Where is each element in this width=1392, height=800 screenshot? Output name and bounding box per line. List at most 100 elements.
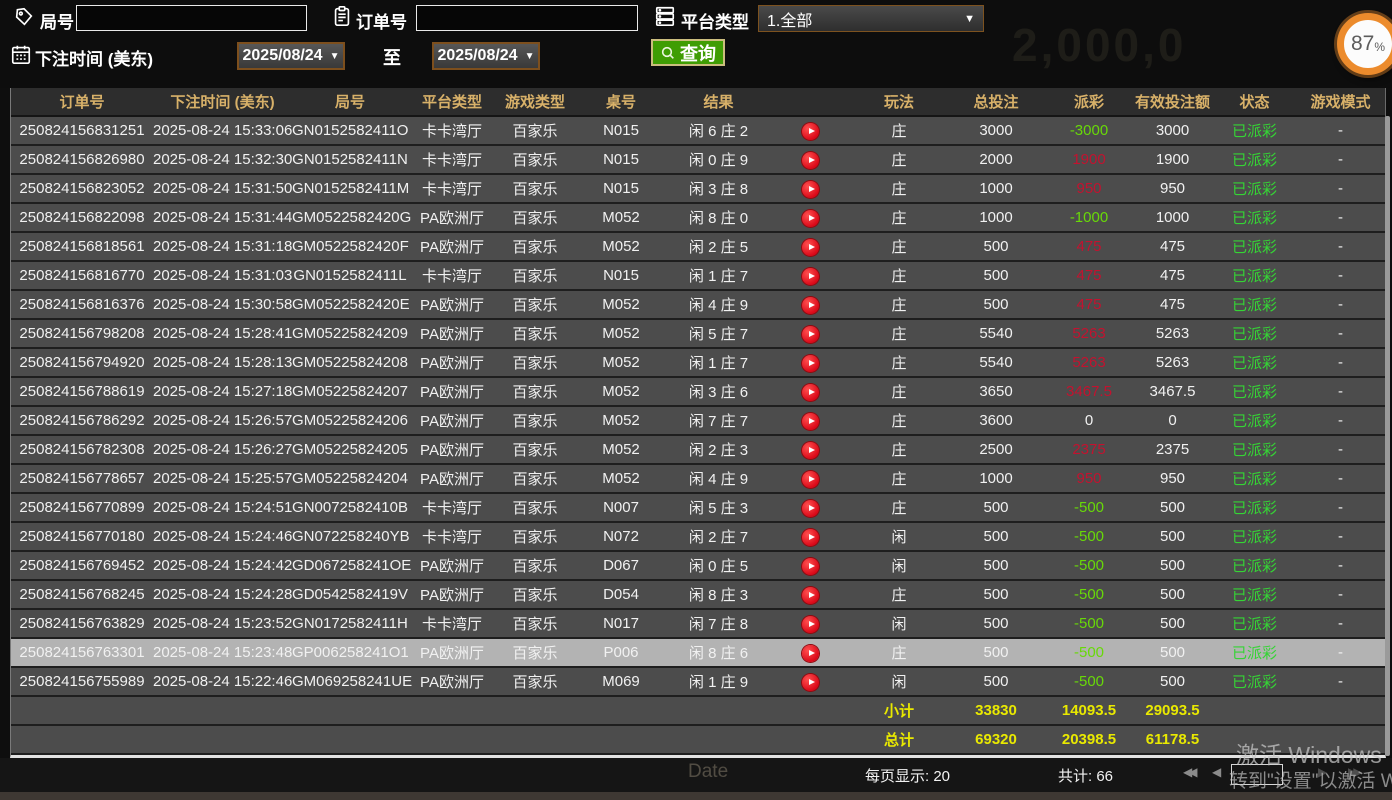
calendar-icon [10, 42, 32, 66]
cell-game_type: 百家乐 [496, 410, 574, 431]
table-row[interactable]: 2508241567862922025-08-24 15:26:57GM0522… [11, 407, 1385, 436]
table-row[interactable]: 2508241567708992025-08-24 15:24:51GN0072… [11, 494, 1385, 523]
cell-play: 庄 [852, 265, 946, 286]
total-count-label: 共计: 66 [1058, 765, 1113, 786]
col-header-order-no: 订单号 [11, 91, 153, 112]
table-row[interactable]: 2508241567886192025-08-24 15:27:18GM0522… [11, 378, 1385, 407]
replay-icon[interactable] [802, 616, 819, 633]
cell-replay [769, 411, 852, 430]
first-page-icon[interactable]: ◀◀ [1183, 766, 1193, 778]
table-row[interactable]: 2508241568220982025-08-24 15:31:44GM0522… [11, 204, 1385, 233]
cell-payout: 1900 [1046, 151, 1132, 168]
table-row[interactable]: 2508241568230522025-08-24 15:31:50GN0152… [11, 175, 1385, 204]
table-row[interactable]: 2508241567786572025-08-24 15:25:57GM0522… [11, 465, 1385, 494]
replay-icon[interactable] [802, 442, 819, 459]
replay-icon[interactable] [802, 384, 819, 401]
cell-play: 庄 [852, 468, 946, 489]
cell-total_bet: 500 [946, 499, 1046, 516]
replay-icon[interactable] [802, 355, 819, 372]
cell-table_no: M052 [574, 325, 668, 342]
replay-icon[interactable] [802, 413, 819, 430]
table-row[interactable]: 2508241567633012025-08-24 15:23:48GP0062… [11, 639, 1385, 668]
table-row[interactable]: 2508241567559892025-08-24 15:22:46GM0692… [11, 668, 1385, 697]
cell-order_no: 250824156769452 [11, 557, 153, 574]
cell-result: 闲 1 庄 7 [668, 265, 769, 286]
cell-table_no: M052 [574, 383, 668, 400]
replay-icon[interactable] [802, 181, 819, 198]
replay-icon[interactable] [802, 471, 819, 488]
cell-game_type: 百家乐 [496, 526, 574, 547]
replay-icon[interactable] [802, 152, 819, 169]
next-page-icon[interactable]: ▶ [1318, 766, 1327, 778]
bet-time-label: 下注时间 (美东) [35, 45, 153, 70]
replay-icon[interactable] [802, 239, 819, 256]
replay-icon[interactable] [802, 529, 819, 546]
table-scrollbar[interactable] [1385, 116, 1390, 756]
replay-icon[interactable] [802, 558, 819, 575]
table-row[interactable]: 2508241568185612025-08-24 15:31:18GM0522… [11, 233, 1385, 262]
col-header-platform: 平台类型 [408, 91, 496, 112]
replay-icon[interactable] [802, 500, 819, 517]
table-row[interactable]: 2508241567682452025-08-24 15:24:28GD0542… [11, 581, 1385, 610]
table-row[interactable]: 2508241568312512025-08-24 15:33:06GN0152… [11, 117, 1385, 146]
table-row[interactable]: 2508241568167702025-08-24 15:31:03GN0152… [11, 262, 1385, 291]
cell-mode: - [1296, 499, 1385, 516]
table-row[interactable]: 2508241567694522025-08-24 15:24:42GD0672… [11, 552, 1385, 581]
date-from-picker[interactable]: 2025/08/24 ▼ [237, 42, 345, 70]
table-row[interactable]: 2508241567701802025-08-24 15:24:46GN0722… [11, 523, 1385, 552]
platform-type-icon [654, 4, 676, 28]
last-page-icon[interactable]: ▶▶ [1348, 766, 1358, 778]
table-row[interactable]: 2508241568163762025-08-24 15:30:58GM0522… [11, 291, 1385, 320]
replay-icon[interactable] [802, 210, 819, 227]
cell-bet_time: 2025-08-24 15:28:13 [153, 354, 292, 371]
replay-icon[interactable] [802, 587, 819, 604]
cell-round_no: GM05225824208 [292, 354, 408, 371]
table-row[interactable]: 2508241567982082025-08-24 15:28:41GM0522… [11, 320, 1385, 349]
round-no-input[interactable] [76, 5, 307, 31]
cell-valid_bet: 1000 [1132, 209, 1213, 226]
cell-table_no: M069 [574, 673, 668, 690]
replay-icon[interactable] [802, 297, 819, 314]
query-button[interactable]: 查询 [651, 39, 725, 66]
cell-payout: 2375 [1046, 441, 1132, 458]
replay-icon[interactable] [802, 326, 819, 343]
cell-mode: - [1296, 644, 1385, 661]
cell-bet_time: 2025-08-24 15:23:48 [153, 644, 292, 661]
cell-play: 闲 [852, 526, 946, 547]
replay-icon[interactable] [802, 674, 819, 691]
cell-result: 闲 0 庄 9 [668, 149, 769, 170]
cell-mode: - [1296, 441, 1385, 458]
progress-badge[interactable]: 87% [1337, 13, 1392, 75]
replay-icon[interactable] [802, 645, 819, 662]
cell-valid_bet: 500 [1132, 673, 1213, 690]
table-row[interactable]: 2508241568269802025-08-24 15:32:30GN0152… [11, 146, 1385, 175]
cell-status: 已派彩 [1213, 149, 1296, 170]
goto-page-input[interactable] [1231, 764, 1283, 785]
replay-icon[interactable] [802, 268, 819, 285]
platform-type-select[interactable]: 1.全部 ▼ [758, 5, 984, 32]
cell-bet_time: 2025-08-24 15:30:58 [153, 296, 292, 313]
date-to-picker[interactable]: 2025/08/24 ▼ [432, 42, 540, 70]
cell-payout: 950 [1046, 180, 1132, 197]
cell-status: 已派彩 [1213, 352, 1296, 373]
cell-round_no: GM05225824207 [292, 383, 408, 400]
cell-replay [769, 150, 852, 169]
cell-platform: PA欧洲厅 [408, 207, 496, 228]
cell-total_bet: 1000 [946, 180, 1046, 197]
cell-order_no: 250824156770180 [11, 528, 153, 545]
cell-play: 闲 [852, 555, 946, 576]
cell-round_no: GM05225824209 [292, 325, 408, 342]
table-row[interactable]: 2508241567823082025-08-24 15:26:27GM0522… [11, 436, 1385, 465]
order-no-input[interactable] [416, 5, 638, 31]
cell-mode: - [1296, 673, 1385, 690]
replay-icon[interactable] [802, 123, 819, 140]
cell-bet_time: 2025-08-24 15:23:52 [153, 615, 292, 632]
prev-page-icon[interactable]: ◀ [1212, 766, 1221, 778]
cell-payout: 0 [1046, 412, 1132, 429]
cell-order_no: 250824156788619 [11, 383, 153, 400]
cell-replay [769, 643, 852, 662]
table-row[interactable]: 2508241567949202025-08-24 15:28:13GM0522… [11, 349, 1385, 378]
filter-bar: 2,000,0 局号 订单号 平台类型 1.全部 ▼ 下注时间 (美东) 202… [0, 0, 1392, 88]
cell-replay [769, 585, 852, 604]
table-row[interactable]: 2508241567638292025-08-24 15:23:52GN0172… [11, 610, 1385, 639]
